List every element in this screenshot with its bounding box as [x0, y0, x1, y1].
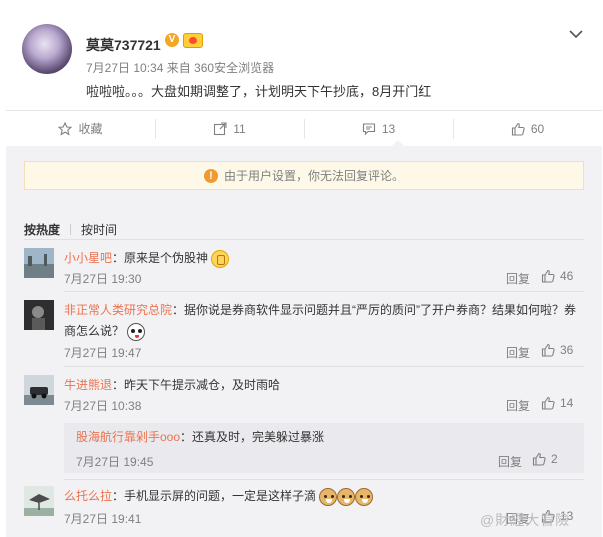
thumbs-up-icon [541, 343, 555, 357]
verified-badge-icon: V [165, 33, 179, 47]
commenter-avatar[interactable] [24, 375, 54, 405]
doge-emoji-icon [355, 487, 374, 506]
comment-like-button[interactable]: 46 [541, 269, 573, 283]
thumbs-up-icon [511, 122, 525, 136]
tab-sort-time[interactable]: 按时间 [81, 221, 117, 238]
commenter-name[interactable]: 非正常人类研究总院 [64, 303, 172, 317]
thumbs-up-icon [532, 452, 546, 466]
comment-text: ：原来是个伪股神 [112, 251, 209, 265]
sub-reply: 股海航行靠剁手ooo：还真及时，完美躲过暴涨 7月27日 19:45 回复 2 [64, 423, 584, 473]
reply-button[interactable]: 回复 [506, 344, 530, 361]
thumbs-up-icon [541, 396, 555, 410]
sub-reply-text: ：还真及时，完美躲过暴涨 [180, 430, 325, 444]
commenter-name[interactable]: 么托么拉 [64, 489, 112, 503]
comment-like-count: 14 [560, 396, 574, 410]
repost-icon [214, 121, 227, 135]
pray-emoji-icon [211, 249, 230, 268]
comment-like-count: 36 [560, 343, 574, 357]
warning-icon: ! [203, 168, 218, 183]
member-badge-icon [183, 33, 203, 48]
notice-text: 由于用户设置，你无法回复评论。 [223, 169, 404, 183]
like-count: 60 [530, 121, 545, 136]
comment-like-count: 46 [560, 269, 574, 283]
doge-emoji-icon [319, 487, 338, 506]
like-button[interactable]: 60 [453, 111, 602, 146]
comment-time: 7月27日 19:47 [64, 346, 142, 360]
star-icon [58, 121, 73, 136]
comments-panel: ! 由于用户设置，你无法回复评论。 按热度 按时间 小小星吧：原来是个伪股神 7… [6, 146, 602, 537]
comment-like-button[interactable]: 14 [541, 396, 573, 410]
repost-count: 11 [233, 121, 246, 136]
reply-button[interactable]: 回复 [506, 397, 530, 414]
sub-reply-body: 股海航行靠剁手ooo：还真及时，完美躲过暴涨 [76, 429, 324, 445]
sub-reply-time: 7月27日 19:45 [76, 455, 154, 469]
divider [24, 239, 584, 240]
commenter-avatar[interactable] [24, 300, 54, 330]
comment-body: 么托么拉：手机显示屏的问题，一定是这样子滴 [64, 486, 584, 507]
comment-time: 7月27日 10:38 [64, 399, 142, 413]
sub-reply-name[interactable]: 股海航行靠剁手ooo [76, 430, 180, 444]
comment-count: 13 [381, 121, 396, 136]
sub-reply-button[interactable]: 回复 [498, 453, 522, 470]
post-action-bar: 收藏 11 13 60 [6, 110, 602, 146]
comment-button[interactable]: 13 [304, 111, 453, 146]
divider [64, 291, 584, 292]
comment-icon [362, 122, 375, 135]
repost-button[interactable]: 11 [155, 111, 304, 146]
commenter-name[interactable]: 小小星吧 [64, 251, 112, 265]
sub-reply-like-count: 2 [551, 452, 558, 466]
commenter-avatar[interactable] [24, 248, 54, 278]
comment-body: 小小星吧：原来是个伪股神 [64, 248, 584, 269]
comment-time: 7月27日 19:41 [64, 512, 142, 526]
sort-divider [70, 224, 72, 235]
post-text: 啦啦啦。。。大盘如期调整了，计划明天下午抄底，8月开门红 [86, 84, 432, 99]
divider [64, 479, 584, 480]
sub-reply-like-button[interactable]: 2 [532, 452, 558, 466]
post-meta: 7月27日 10:34 来自 360安全浏览器 [86, 61, 275, 75]
author-name[interactable]: 莫莫737721 [86, 35, 161, 55]
doge-emoji-icon [337, 487, 356, 506]
comment-time: 7月27日 19:30 [64, 272, 142, 286]
divider [64, 366, 584, 367]
tab-sort-hot[interactable]: 按热度 [24, 221, 60, 238]
author-avatar[interactable] [22, 24, 72, 74]
reply-button[interactable]: 回复 [506, 270, 530, 287]
commenter-avatar[interactable] [24, 486, 54, 516]
reply-disabled-notice: ! 由于用户设置，你无法回复评论。 [24, 161, 584, 190]
thumbs-up-icon [541, 269, 555, 283]
comment-body: 牛进熊退：昨天下午提示减仓，及时雨哈 [64, 375, 584, 396]
sort-tabs: 按热度 按时间 [24, 221, 117, 238]
comment-body: 非正常人类研究总院：据你说是券商软件显示问题并且“严厉的质问”了开户券商？结果如… [64, 300, 584, 342]
commenter-name[interactable]: 牛进熊退 [64, 378, 112, 392]
favorite-label: 收藏 [78, 122, 103, 136]
panda-emoji-icon [127, 322, 146, 341]
favorite-button[interactable]: 收藏 [6, 111, 155, 146]
watermark: @財經大冒險 [480, 512, 571, 528]
comment-text: ：手机显示屏的问题，一定是这样子滴 [112, 489, 317, 503]
comment-like-button[interactable]: 36 [541, 343, 573, 357]
chevron-down-icon[interactable] [568, 28, 584, 40]
comment-text: ：昨天下午提示减仓，及时雨哈 [112, 378, 281, 392]
